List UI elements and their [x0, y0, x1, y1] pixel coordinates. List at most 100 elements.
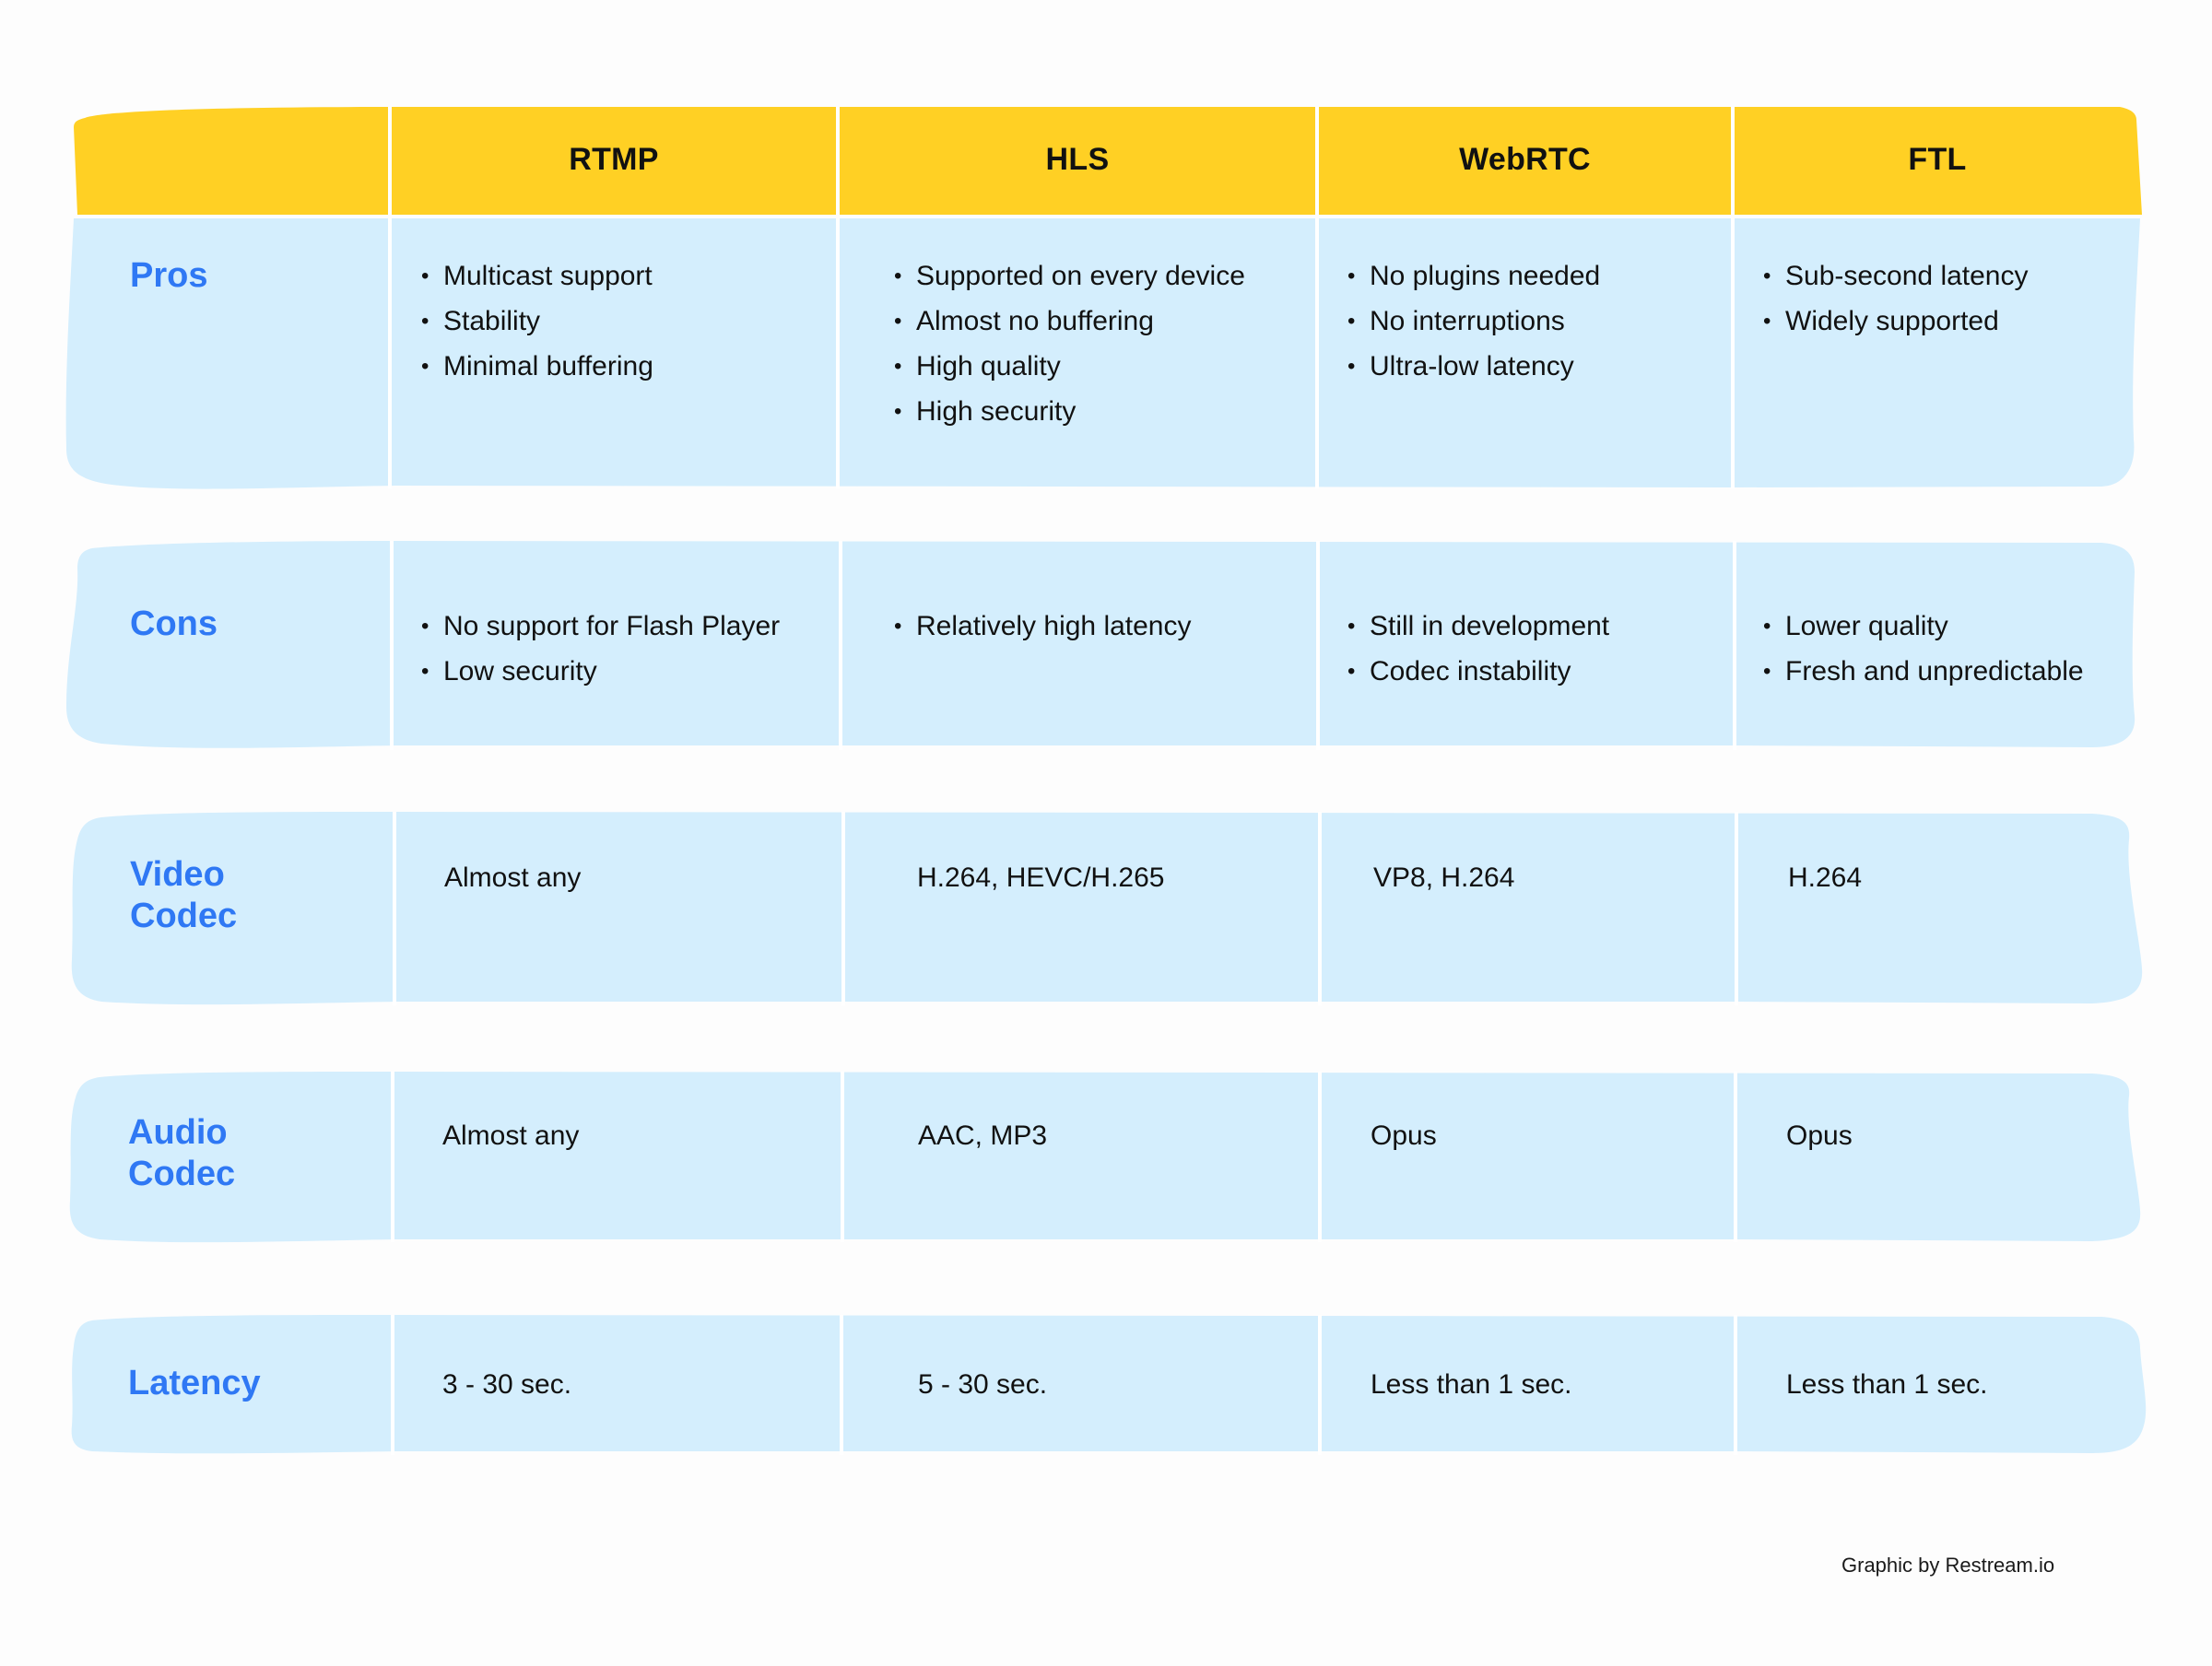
list-item: • No support for Flash Player	[421, 604, 780, 649]
column-divider	[841, 1072, 844, 1242]
row-video-codec: Video Codec Almost any H.264, HEVC/H.265…	[0, 812, 2212, 1005]
row-label-audio-codec: Audio Codec	[128, 1113, 236, 1193]
column-divider	[839, 541, 842, 750]
row-label-pros: Pros	[130, 256, 208, 295]
cell-value: AAC, MP3	[918, 1120, 1048, 1151]
list-item: • Minimal buffering	[421, 344, 653, 389]
bullet-icon: •	[1763, 614, 1771, 639]
column-header-label: RTMP	[569, 142, 659, 177]
list-item-text: Still in development	[1370, 611, 1610, 641]
column-divider	[840, 1315, 843, 1455]
bullet-icon: •	[421, 659, 429, 684]
bullet-icon: •	[421, 354, 429, 379]
list-item-text: No interruptions	[1370, 306, 1565, 336]
bullet-icon: •	[894, 264, 902, 288]
cell-value: H.264	[1788, 862, 1863, 893]
row-label-video-codec: Video Codec	[130, 855, 238, 935]
header-row: RTMP HLS WebRTC FTL	[0, 107, 2212, 215]
list-item-text: Sub-second latency	[1785, 261, 2029, 291]
bullet-icon: •	[421, 264, 429, 288]
column-divider	[390, 541, 394, 750]
column-header-label: FTL	[1908, 142, 1967, 177]
cell-value: Almost any	[442, 1120, 580, 1151]
list-item-text: Fresh and unpredictable	[1785, 656, 2084, 686]
column-divider	[836, 218, 840, 488]
list-item: • Lower quality	[1763, 604, 2084, 649]
cell-value: H.264, HEVC/H.265	[917, 862, 1165, 893]
row-cons: Cons • No support for Flash Player • Low s…	[0, 541, 2212, 750]
row-background	[71, 812, 2143, 1005]
cell-value: Less than 1 sec.	[1371, 1369, 1572, 1400]
cell-value: Less than 1 sec.	[1786, 1369, 1988, 1400]
list-item-text: No plugins needed	[1370, 261, 1601, 291]
list-item: • High security	[894, 389, 1245, 434]
bullet-icon: •	[1347, 614, 1356, 639]
bullet-icon: •	[894, 614, 902, 639]
bullet-icon: •	[1763, 309, 1771, 334]
credit-text: Graphic by Restream.io	[1841, 1554, 2055, 1577]
pros-hls-list: • Supported on every device • Almost no bu…	[894, 253, 1245, 434]
list-item: • Ultra-low latency	[1347, 344, 1600, 389]
cell-value: 5 - 30 sec.	[918, 1369, 1048, 1400]
row-pros: Pros • Multicast support • Stability • Mini…	[0, 218, 2212, 489]
cell-value: VP8, H.264	[1373, 862, 1515, 893]
bullet-icon: •	[1347, 659, 1356, 684]
list-item-text: Codec instability	[1370, 656, 1571, 686]
row-label-latency: Latency	[128, 1364, 261, 1402]
list-item: • Supported on every device	[894, 253, 1245, 299]
bullet-icon: •	[421, 614, 429, 639]
pros-webrtc-list: • No plugins needed • No interruptions • Ul…	[1347, 253, 1600, 389]
list-item-text: Almost no buffering	[916, 306, 1154, 336]
column-header-label: HLS	[1045, 142, 1110, 177]
cell-value: Opus	[1371, 1120, 1437, 1151]
column-divider	[393, 812, 396, 1005]
column-divider	[1318, 1315, 1322, 1455]
bullet-icon: •	[1763, 659, 1771, 684]
list-item: • Sub-second latency	[1763, 253, 2029, 299]
bullet-icon: •	[1347, 354, 1356, 379]
cons-rtmp-list: • No support for Flash Player • Low securi…	[421, 604, 780, 694]
row-latency: Latency 3 - 30 sec. 5 - 30 sec. Less tha…	[0, 1315, 2212, 1455]
cons-ftl-list: • Lower quality • Fresh and unpredictable	[1763, 604, 2084, 694]
row-audio-codec: Audio Codec Almost any AAC, MP3 Opus Opu…	[0, 1072, 2212, 1243]
bullet-icon: •	[894, 309, 902, 334]
list-item: • Fresh and unpredictable	[1763, 649, 2084, 694]
column-divider	[1731, 218, 1735, 488]
list-item: • Almost no buffering	[894, 299, 1245, 344]
list-item-text: Multicast support	[443, 261, 653, 291]
list-item-text: High quality	[916, 351, 1061, 381]
column-divider	[1315, 218, 1319, 488]
cons-hls-list: • Relatively high latency	[894, 604, 1192, 649]
bullet-icon: •	[894, 399, 902, 424]
bullet-icon: •	[1347, 309, 1356, 334]
list-item: • Stability	[421, 299, 653, 344]
list-item-text: Lower quality	[1785, 611, 1948, 641]
column-divider	[1733, 541, 1736, 750]
cell-value: Almost any	[444, 862, 582, 893]
column-divider	[1318, 1072, 1322, 1242]
list-item: • No plugins needed	[1347, 253, 1600, 299]
column-header-label: WebRTC	[1459, 142, 1591, 177]
list-item: • Codec instability	[1347, 649, 1609, 694]
list-item-text: Relatively high latency	[916, 611, 1192, 641]
column-divider	[391, 1315, 394, 1455]
column-divider	[1734, 1072, 1737, 1242]
column-divider	[1735, 812, 1738, 1005]
list-item: • Relatively high latency	[894, 604, 1192, 649]
list-item-text: Ultra-low latency	[1370, 351, 1574, 381]
list-item-text: High security	[916, 396, 1077, 427]
pros-ftl-list: • Sub-second latency • Widely supported	[1763, 253, 2029, 344]
cons-webrtc-list: • Still in development • Codec instability	[1347, 604, 1609, 694]
column-divider	[391, 1072, 394, 1242]
list-item-text: Supported on every device	[916, 261, 1245, 291]
list-item-text: Minimal buffering	[443, 351, 653, 381]
column-divider	[1318, 812, 1322, 1005]
list-item: • No interruptions	[1347, 299, 1600, 344]
column-header-webrtc: WebRTC	[1319, 107, 1731, 215]
list-item: • Still in development	[1347, 604, 1609, 649]
row-label-cons: Cons	[130, 604, 218, 643]
bullet-icon: •	[1763, 264, 1771, 288]
bullet-icon: •	[1347, 264, 1356, 288]
list-item: • Low security	[421, 649, 780, 694]
list-item-text: Stability	[443, 306, 541, 336]
